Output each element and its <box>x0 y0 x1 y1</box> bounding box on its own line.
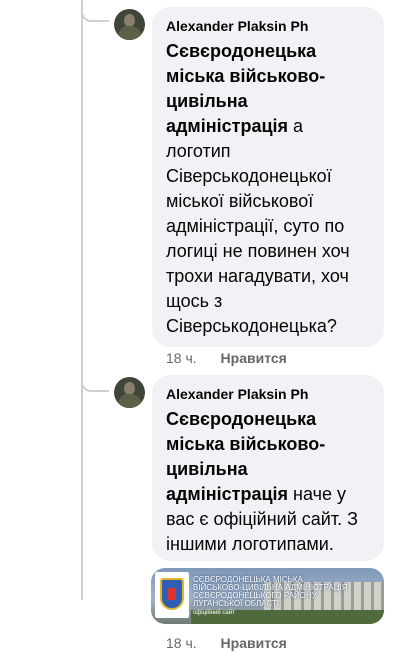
comment-bubble: Alexander Plaksin Ph Сєвєродонецька місь… <box>152 7 384 347</box>
avatar[interactable] <box>114 377 145 408</box>
reply-connector <box>81 6 109 22</box>
comment-author[interactable]: Alexander Plaksin Ph <box>166 17 372 35</box>
comment-meta: 18 ч. Нравится <box>166 635 287 651</box>
avatar[interactable] <box>114 9 145 40</box>
comment-time[interactable]: 18 ч. <box>166 635 197 651</box>
reply-connector <box>81 376 109 392</box>
preview-title: Сєвєродонецька міська військово-цивільна… <box>193 576 383 608</box>
coat-of-arms-icon <box>155 572 189 618</box>
thread-line <box>81 0 83 600</box>
avatar-body <box>118 394 141 408</box>
avatar-body <box>118 26 141 40</box>
link-preview-image[interactable]: Сєвєродонецька міська військово-цивільна… <box>151 568 384 624</box>
comment-text: Сєвєродонецька міська військово-цивільна… <box>166 407 372 557</box>
comment-body: а логотип Сіверськодонецької міської вій… <box>166 116 350 336</box>
like-button[interactable]: Нравится <box>221 635 287 651</box>
comment-bubble: Alexander Plaksin Ph Сєвєродонецька місь… <box>152 375 384 561</box>
like-button[interactable]: Нравится <box>221 350 287 366</box>
comment-time[interactable]: 18 ч. <box>166 350 197 366</box>
preview-footer: офіційний сайт <box>193 610 235 616</box>
shield-emblem <box>168 588 176 600</box>
comment-meta: 18 ч. Нравится <box>166 350 287 366</box>
comment-text: Сєвєродонецька міська військово-цивільна… <box>166 39 372 339</box>
shield-icon <box>160 578 184 610</box>
preview-line: Луганської області <box>193 599 280 608</box>
comment-author[interactable]: Alexander Plaksin Ph <box>166 385 372 403</box>
